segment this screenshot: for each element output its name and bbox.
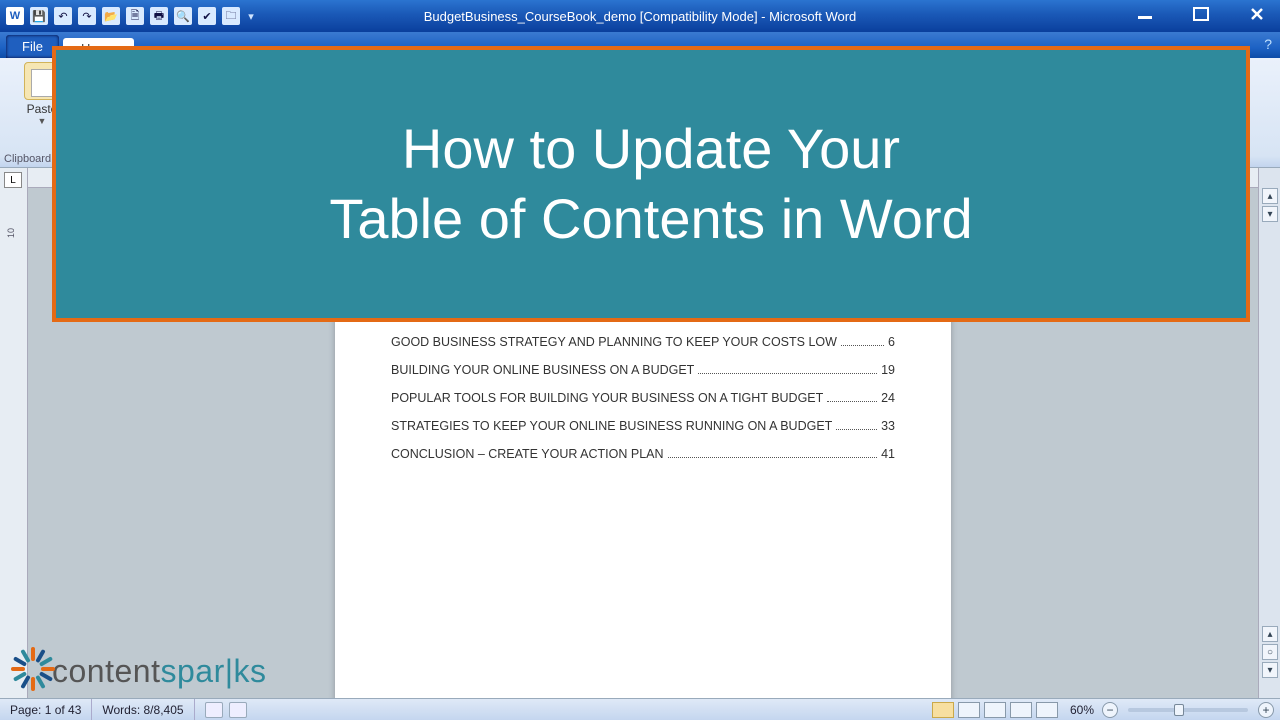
zoom-in-button[interactable]: +	[1258, 702, 1274, 718]
toc-entry[interactable]: CONCLUSION – CREATE YOUR ACTION PLAN 41	[391, 447, 895, 461]
close-button[interactable]	[1238, 4, 1276, 24]
overlay-line1: How to Update Your	[402, 117, 900, 180]
toc-entry-title: GOOD BUSINESS STRATEGY AND PLANNING TO K…	[391, 335, 837, 349]
window-titlebar: W 💾 ↶ ↷ 📂 🗎 🖶 🔍 ✔ 🗀 ▾ BudgetBusiness_Cou…	[0, 0, 1280, 32]
vertical-scrollbar[interactable]: ▴ ▾ ▴ ○ ▾	[1258, 168, 1280, 698]
overlay-line2: Table of Contents in Word	[329, 187, 972, 250]
maximize-button[interactable]	[1182, 4, 1220, 24]
toc-leader-dots	[698, 363, 877, 374]
qat-redo-icon[interactable]: ↷	[78, 7, 96, 25]
toc-entry-title: STRATEGIES TO KEEP YOUR ONLINE BUSINESS …	[391, 419, 832, 433]
qat-open-icon[interactable]: 📂	[102, 7, 120, 25]
qat-save-icon[interactable]: 💾	[30, 7, 48, 25]
toc-entry-page: 6	[888, 335, 895, 349]
word-app-icon[interactable]: W	[6, 7, 24, 25]
toc-entry-title: BUILDING YOUR ONLINE BUSINESS ON A BUDGE…	[391, 363, 694, 377]
status-right-cluster: 60% − +	[932, 699, 1274, 720]
prev-page-icon[interactable]: ▴	[1262, 626, 1278, 642]
toc-leader-dots	[836, 419, 877, 430]
proofing-icon[interactable]	[205, 702, 223, 718]
logo-part1: content	[52, 653, 160, 689]
toc-entry-page: 19	[881, 363, 895, 377]
status-proofing[interactable]	[195, 699, 257, 720]
toc-entry-title: CONCLUSION – CREATE YOUR ACTION PLAN	[391, 447, 664, 461]
ruler-tick: 10	[6, 228, 16, 238]
toc-entry-page: 33	[881, 419, 895, 433]
macro-icon[interactable]	[229, 702, 247, 718]
toc-entry-page: 41	[881, 447, 895, 461]
toc-entry-title: POPULAR TOOLS FOR BUILDING YOUR BUSINESS…	[391, 391, 823, 405]
toc-entry[interactable]: POPULAR TOOLS FOR BUILDING YOUR BUSINESS…	[391, 391, 895, 405]
next-page-icon[interactable]: ▾	[1262, 662, 1278, 678]
help-icon[interactable]: ?	[1264, 36, 1272, 52]
zoom-slider-thumb[interactable]	[1174, 704, 1184, 716]
toc-leader-dots	[827, 391, 877, 402]
view-outline-button[interactable]	[1010, 702, 1032, 718]
view-draft-button[interactable]	[1036, 702, 1058, 718]
logo-spark-icon	[10, 638, 56, 684]
vertical-ruler[interactable]: L 10	[0, 168, 28, 698]
qat-new-icon[interactable]: 🗎	[126, 7, 144, 25]
window-controls	[1126, 0, 1276, 32]
clipboard-group-label: Clipboard	[4, 153, 51, 165]
logo-part3: ks	[234, 653, 267, 689]
logo-bar: |	[225, 653, 234, 690]
status-word-count[interactable]: Words: 8/8,405	[92, 699, 194, 720]
quick-access-toolbar: W 💾 ↶ ↷ 📂 🗎 🖶 🔍 ✔ 🗀 ▾	[0, 7, 256, 25]
logo-part2: spar	[160, 653, 224, 689]
view-fullscreen-button[interactable]	[958, 702, 980, 718]
qat-preview-icon[interactable]: 🔍	[174, 7, 192, 25]
zoom-slider[interactable]	[1128, 708, 1248, 712]
contentsparks-logo: contentspar|ks	[10, 638, 267, 690]
qat-spell-icon[interactable]: ✔	[198, 7, 216, 25]
toc-entry[interactable]: BUILDING YOUR ONLINE BUSINESS ON A BUDGE…	[391, 363, 895, 377]
logo-text: contentspar|ks	[52, 653, 267, 690]
toc-list: INTRODUCTION – WHY TAKE YOUR BUSINESS ON…	[391, 307, 895, 461]
qat-undo-icon[interactable]: ↶	[54, 7, 72, 25]
tab-selector[interactable]: L	[4, 172, 22, 188]
status-bar: Page: 1 of 43 Words: 8/8,405 60% − +	[0, 698, 1280, 720]
view-web-button[interactable]	[984, 702, 1006, 718]
toc-leader-dots	[841, 335, 884, 346]
scroll-down-icon[interactable]: ▾	[1262, 206, 1278, 222]
overlay-title: How to Update Your Table of Contents in …	[329, 114, 972, 254]
toc-entry[interactable]: GOOD BUSINESS STRATEGY AND PLANNING TO K…	[391, 335, 895, 349]
view-print-layout-button[interactable]	[932, 702, 954, 718]
qat-customize-icon[interactable]: ▾	[246, 7, 256, 25]
file-tab[interactable]: File	[6, 35, 59, 58]
toc-entry[interactable]: STRATEGIES TO KEEP YOUR ONLINE BUSINESS …	[391, 419, 895, 433]
toc-entry-page: 24	[881, 391, 895, 405]
status-page[interactable]: Page: 1 of 43	[0, 699, 92, 720]
qat-folder-icon[interactable]: 🗀	[222, 7, 240, 25]
tutorial-title-overlay: How to Update Your Table of Contents in …	[52, 46, 1250, 322]
qat-quickprint-icon[interactable]: 🖶	[150, 7, 168, 25]
minimize-button[interactable]	[1126, 4, 1164, 24]
toc-leader-dots	[668, 447, 878, 458]
zoom-out-button[interactable]: −	[1102, 702, 1118, 718]
scroll-up-icon[interactable]: ▴	[1262, 188, 1278, 204]
zoom-percent[interactable]: 60%	[1070, 703, 1094, 717]
browse-object-icon[interactable]: ○	[1262, 644, 1278, 660]
